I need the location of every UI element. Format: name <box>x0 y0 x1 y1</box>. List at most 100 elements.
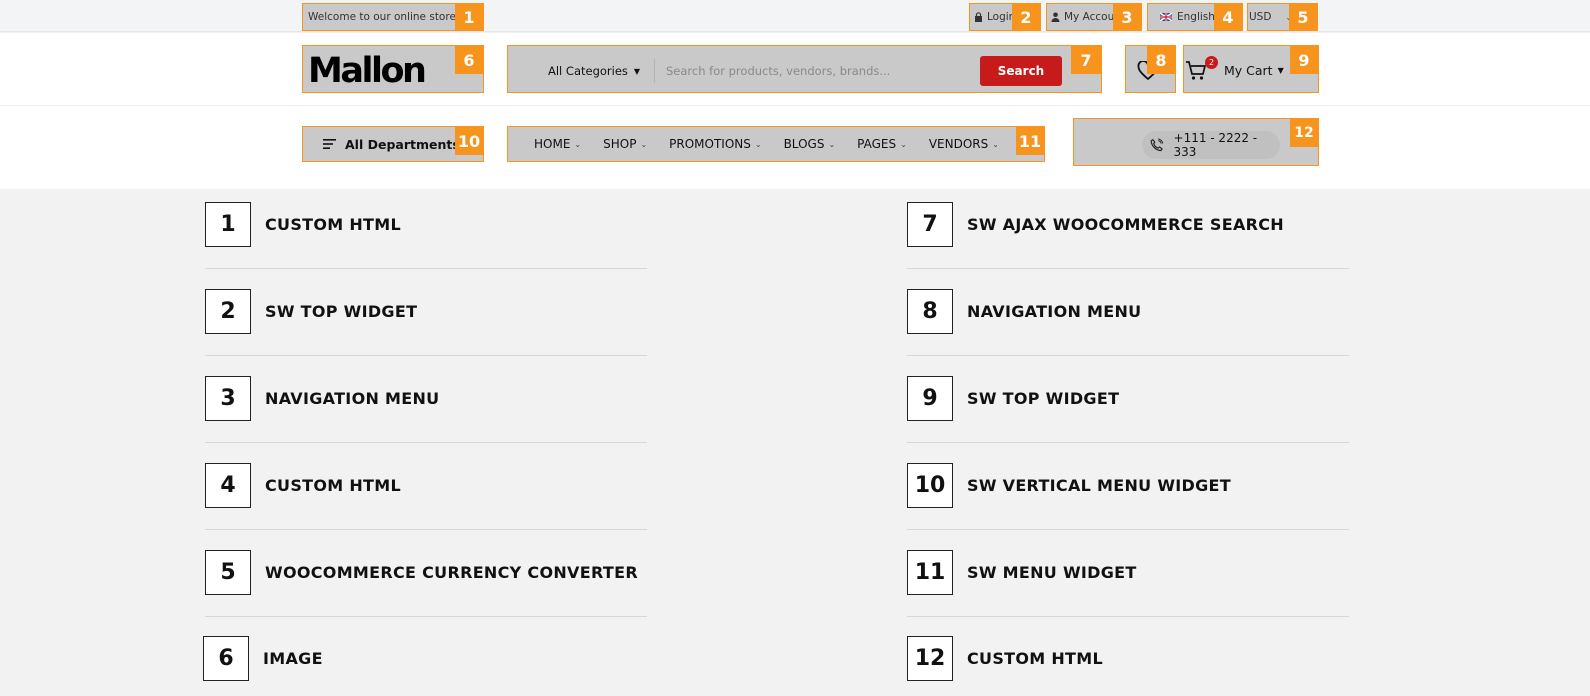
badge-10: 10 <box>455 127 483 155</box>
account-link[interactable]: My Accour <box>1051 4 1119 30</box>
widget-phone: +111 - 2222 - 333 12 <box>1073 118 1319 166</box>
menu-item-blogs[interactable]: BLOGS ⌄ <box>784 137 836 151</box>
category-select[interactable]: All Categories ▼ <box>548 52 640 90</box>
cart-icon <box>1186 61 1207 80</box>
departments-label: All Departments <box>345 136 460 152</box>
widget-currency[interactable]: USD ⌄ 5 <box>1247 3 1318 31</box>
widget-search: All Categories ▼ Search 7 <box>507 45 1102 93</box>
currency-select[interactable]: USD ⌄ <box>1249 4 1292 30</box>
widget-account[interactable]: My Accour 3 <box>1046 3 1142 31</box>
chevron-down-icon: ⌄ <box>754 139 762 149</box>
legend-number: 12 <box>907 636 953 681</box>
legend-item: 7 SW AJAX WOOCOMMERCE SEARCH <box>907 202 1284 247</box>
departments-button[interactable]: All Departments <box>323 127 460 161</box>
legend-label: SW MENU WIDGET <box>967 563 1137 582</box>
search-button[interactable]: Search <box>980 56 1062 86</box>
badge-8: 8 <box>1147 46 1175 74</box>
lock-icon <box>975 12 982 22</box>
menu-label: PAGES <box>857 137 897 151</box>
chevron-down-icon: ⌄ <box>992 139 999 149</box>
chevron-down-icon: ⌄ <box>828 139 836 149</box>
badge-5: 5 <box>1289 4 1317 30</box>
divider <box>907 442 1349 443</box>
widget-wishlist[interactable]: 8 <box>1125 45 1176 93</box>
widget-main-menu: HOME ⌄ SHOP ⌄ PROMOTIONS ⌄ BLOGS ⌄ PAGES ⌄ VE… <box>507 126 1045 162</box>
badge-2: 2 <box>1012 4 1040 30</box>
menu-lines-icon <box>323 139 336 149</box>
divider <box>907 355 1349 356</box>
legend-number: 8 <box>907 289 953 334</box>
divider <box>205 268 647 269</box>
legend-item: 6 IMAGE <box>203 636 323 681</box>
caret-down-icon: ▼ <box>633 66 641 76</box>
menu-item-vendors[interactable]: VENDORS ⌄ <box>929 137 999 151</box>
badge-6: 6 <box>455 46 483 74</box>
badge-1: 1 <box>455 4 483 30</box>
divider <box>205 442 647 443</box>
legend-label: SW VERTICAL MENU WIDGET <box>967 476 1231 495</box>
legend-item: 2 SW TOP WIDGET <box>205 289 417 334</box>
phone-number: +111 - 2222 - 333 <box>1173 131 1258 159</box>
legend-item: 9 SW TOP WIDGET <box>907 376 1119 421</box>
search-input[interactable] <box>660 52 978 90</box>
widget-logo[interactable]: Mallon 6 <box>302 45 484 93</box>
chevron-down-icon: ⌄ <box>574 139 582 149</box>
chevron-down-icon: ⌄ <box>640 139 648 149</box>
legend-item: 12 CUSTOM HTML <box>907 636 1103 681</box>
phone-icon <box>1150 138 1164 152</box>
cart-count-badge: 2 <box>1205 56 1218 69</box>
legend-label: CUSTOM HTML <box>265 476 401 495</box>
menu-item-shop[interactable]: SHOP ⌄ <box>603 137 647 151</box>
language-select[interactable]: English <box>1160 4 1215 30</box>
welcome-text: Welcome to our online store! <box>308 11 461 23</box>
badge-9: 9 <box>1290 46 1318 74</box>
badge-11: 11 <box>1016 127 1044 155</box>
menu-item-pages[interactable]: PAGES ⌄ <box>857 137 907 151</box>
divider <box>907 616 1349 617</box>
legend-label: IMAGE <box>263 649 323 668</box>
divider <box>205 529 647 530</box>
legend-item: 11 SW MENU WIDGET <box>907 550 1137 595</box>
divider <box>205 616 647 617</box>
divider <box>907 529 1349 530</box>
logo[interactable]: Mallon <box>308 51 427 91</box>
category-label: All Categories <box>548 64 628 78</box>
legend-label: SW TOP WIDGET <box>967 389 1120 408</box>
uk-flag-icon <box>1160 13 1172 21</box>
user-icon <box>1051 12 1060 22</box>
legend-number: 11 <box>907 550 953 595</box>
legend-number: 9 <box>907 376 953 421</box>
caret-down-icon: ▼ <box>1277 66 1284 75</box>
legend-item: 3 NAVIGATION MENU <box>205 376 439 421</box>
menu-label: HOME <box>534 137 571 151</box>
legend-label: CUSTOM HTML <box>967 649 1103 668</box>
widget-login[interactable]: Login 2 <box>969 3 1041 31</box>
menu-item-promotions[interactable]: PROMOTIONS ⌄ <box>669 137 761 151</box>
divider <box>907 268 1349 269</box>
menu-item-home[interactable]: HOME ⌄ <box>534 137 581 151</box>
chevron-down-icon: ⌄ <box>900 139 907 149</box>
legend-item: 8 NAVIGATION MENU <box>907 289 1141 334</box>
legend-item: 10 SW VERTICAL MENU WIDGET <box>907 463 1231 508</box>
widget-language[interactable]: English 4 <box>1147 3 1243 31</box>
legend-number: 2 <box>205 289 251 334</box>
legend-label: SW AJAX WOOCOMMERCE SEARCH <box>967 215 1284 234</box>
widget-departments[interactable]: All Departments 10 <box>302 126 484 162</box>
legend-number: 5 <box>205 550 251 595</box>
phone-contact[interactable]: +111 - 2222 - 333 <box>1142 131 1280 159</box>
badge-7: 7 <box>1071 46 1101 74</box>
login-link[interactable]: Login <box>974 4 1015 30</box>
menu-label: VENDORS <box>928 137 989 151</box>
legend-label: WOOCOMMERCE CURRENCY CONVERTER <box>265 563 638 582</box>
main-menu: HOME ⌄ SHOP ⌄ PROMOTIONS ⌄ BLOGS ⌄ PAGES ⌄ VE… <box>534 127 999 161</box>
badge-3: 3 <box>1113 4 1141 30</box>
cart-icon-wrap[interactable]: 2 <box>1185 56 1218 83</box>
cart-label[interactable]: My Cart ▼ <box>1224 63 1284 78</box>
widget-cart[interactable]: 2 My Cart ▼ 9 <box>1183 45 1319 93</box>
account-label: My Accour <box>1064 11 1119 23</box>
legend-number: 10 <box>907 463 953 508</box>
legend-number: 1 <box>205 202 251 247</box>
language-label: English <box>1177 11 1215 23</box>
divider <box>654 59 655 83</box>
divider <box>205 355 647 356</box>
